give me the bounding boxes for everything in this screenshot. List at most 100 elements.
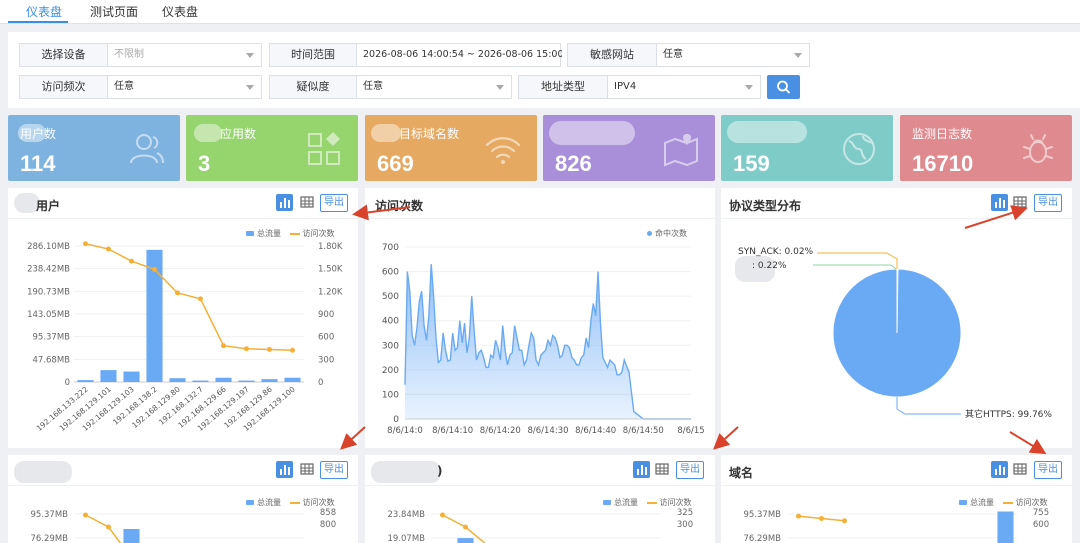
line-point — [819, 515, 824, 521]
bottom-mid-chart: 23.84MB 19.07MB 325 300 — [388, 508, 693, 543]
address-type-select[interactable]: 地址类型 IPV4 — [518, 75, 761, 99]
pie-label: 其它HTTPS: 99.76% — [965, 408, 1052, 420]
y-tick-label: 190.73MB — [27, 287, 70, 297]
frequency-select[interactable]: 访问频次 任意 — [19, 75, 262, 99]
bar — [284, 377, 301, 382]
stat-card-ips[interactable]: 159 — [721, 115, 893, 181]
y2-tick-label: 600 — [318, 333, 334, 343]
address-type-value: IPV4 — [614, 81, 637, 92]
bar — [123, 529, 140, 543]
panel-domain: 域名 导出 总流量 访问次数 95.37MB 76.29MB 755 600 — [721, 455, 1072, 543]
stat-value: 16710 — [912, 151, 974, 176]
stat-card-apps[interactable]: 应用数 3 — [186, 115, 358, 181]
sensitive-site-select[interactable]: 敏感网站 任意 — [567, 43, 810, 67]
y2-tick-label: 325 — [677, 508, 693, 518]
y2-tick-label: 755 — [1033, 508, 1049, 518]
chevron-down-icon — [246, 53, 254, 58]
line-point — [129, 258, 134, 264]
stat-label: 应用数 — [220, 127, 257, 141]
stat-value: 669 — [377, 151, 414, 176]
bar — [457, 538, 474, 543]
line-point — [221, 343, 226, 349]
y2-tick-label: 800 — [320, 520, 336, 530]
time-range-label: 时间范围 — [270, 44, 357, 66]
y-tick-label: 500 — [382, 292, 399, 302]
active-tab-indicator — [8, 21, 68, 23]
line-point — [106, 524, 111, 530]
device-label: 选择设备 — [20, 44, 108, 66]
y-tick-label: 0 — [65, 378, 70, 388]
panel-protocol: 协议类型分布 导出 SYN_ACK: 0.02%: 0.22% 其它HTTPS: … — [721, 188, 1072, 448]
chevron-down-icon — [496, 85, 504, 90]
redacted-label — [549, 121, 635, 145]
y2-tick-label: 0 — [318, 378, 323, 388]
y-tick-label: 95.37MB — [744, 510, 782, 520]
protocol-chart: SYN_ACK: 0.02%: 0.22% 其它HTTPS: 99.76% — [738, 247, 1052, 420]
bar — [77, 380, 94, 382]
time-range-picker[interactable]: 时间范围 2026-08-06 14:00:54 ~ 2026-08-06 15… — [269, 43, 562, 67]
tab-bar: 仪表盘 测试页面 仪表盘 — [0, 0, 1080, 24]
y2-tick-label: 1.50K — [318, 265, 343, 275]
tab-test-page[interactable]: 测试页面 — [90, 3, 138, 20]
y-tick-label: 700 — [382, 243, 399, 253]
suspicion-label: 疑似度 — [270, 76, 357, 98]
stat-value: 3 — [198, 151, 211, 176]
bar — [192, 380, 209, 382]
line-point — [267, 347, 272, 353]
x-tick-label: 8/6/14:0 — [387, 426, 423, 436]
y-tick-label: 76.29MB — [31, 534, 69, 543]
redacted-label — [727, 121, 807, 143]
stat-card-locations[interactable]: 826 — [543, 115, 715, 181]
line-point — [83, 241, 88, 247]
time-range-value: 2026-08-06 14:00:54 ~ 2026-08-06 15:00:5… — [363, 49, 562, 60]
frequency-label: 访问频次 — [20, 76, 108, 98]
domain-chart: 95.37MB 76.29MB 755 600 — [744, 508, 1049, 543]
bar — [123, 371, 140, 382]
tab-dashboard-2[interactable]: 仪表盘 — [162, 3, 198, 20]
label-line — [813, 264, 897, 270]
y-tick-label: 76.29MB — [744, 534, 782, 543]
search-button[interactable] — [767, 75, 800, 99]
stat-value: 826 — [555, 151, 592, 176]
x-tick-label: 8/6/15 — [677, 426, 704, 436]
bug-icon — [1023, 134, 1053, 163]
y2-tick-label: 300 — [677, 520, 693, 530]
line-point — [198, 296, 203, 302]
pie-slice — [832, 268, 962, 398]
frequency-value: 任意 — [114, 81, 134, 92]
stat-value: 159 — [733, 151, 770, 176]
panel-bottom-left: 导出 总流量 访问次数 95.37MB 76.29MB 858 800 — [8, 455, 358, 543]
device-select[interactable]: 选择设备 不限制 — [19, 43, 262, 67]
line-point — [842, 518, 847, 524]
wifi-icon — [485, 137, 521, 164]
users-icon — [130, 134, 164, 164]
y2-tick-label: 858 — [320, 508, 336, 518]
y-tick-label: 23.84MB — [388, 510, 426, 520]
suspicion-select[interactable]: 疑似度 任意 — [269, 75, 512, 99]
chevron-down-icon — [745, 85, 753, 90]
label-line — [817, 252, 898, 269]
device-value: 不限制 — [114, 49, 144, 60]
line-point — [152, 266, 157, 272]
y-tick-label: 286.10MB — [27, 242, 70, 252]
x-tick-label: 8/6/14:20 — [480, 426, 521, 436]
line-point — [290, 347, 295, 353]
address-type-label: 地址类型 — [519, 76, 608, 98]
stat-card-users[interactable]: 用户数 114 — [8, 115, 180, 181]
series-line — [85, 243, 293, 352]
line-point — [440, 512, 445, 518]
globe-icon — [843, 133, 875, 165]
line-point — [796, 513, 801, 519]
y2-tick-label: 1.20K — [318, 287, 343, 297]
y-tick-label: 47.68MB — [33, 355, 71, 365]
panel-visits: 访问次数 命中次数 0 100 200 300 400 500 600 700 8/6/14:0… — [365, 188, 715, 448]
stat-card-domains[interactable]: 目标域名数 669 — [365, 115, 537, 181]
bar — [169, 378, 186, 382]
y2-tick-label: 600 — [1033, 520, 1049, 530]
tab-dashboard[interactable]: 仪表盘 — [26, 3, 62, 20]
y-tick-label: 95.37MB — [33, 333, 71, 343]
stat-card-logs[interactable]: 监测日志数 16710 — [900, 115, 1072, 181]
bar — [100, 370, 117, 382]
bar — [261, 379, 278, 382]
x-tick-label: 8/6/14:30 — [527, 426, 568, 436]
